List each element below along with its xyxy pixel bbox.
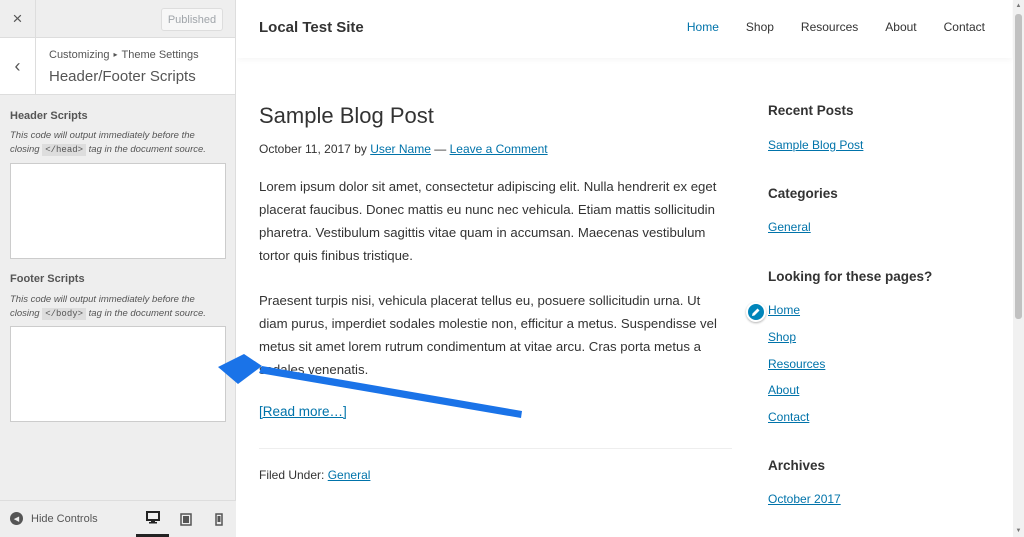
category-link[interactable]: General: [328, 468, 371, 482]
preview-scrollbar[interactable]: ▲ ▼: [1013, 0, 1024, 537]
section-title: Header/Footer Scripts: [49, 68, 196, 85]
archive-link[interactable]: October 2017: [768, 492, 841, 506]
scroll-up-arrow-icon[interactable]: ▲: [1013, 0, 1024, 12]
site-header: Local Test Site Home Shop Resources Abou…: [237, 0, 1012, 58]
customizer-header: × Published: [0, 0, 235, 38]
recent-posts-title: Recent Posts: [768, 103, 854, 118]
paragraph-line: pharetra. Vestibulum sagittis vitae quam…: [259, 225, 706, 240]
published-button[interactable]: Published: [161, 8, 223, 31]
pencil-icon: [752, 308, 760, 316]
filed-under: Filed Under: General: [259, 468, 370, 482]
body-tag-code: </body>: [42, 308, 87, 320]
main-nav: Home Shop Resources About Contact: [687, 20, 985, 34]
hide-controls-label: Hide Controls: [31, 512, 98, 525]
site-preview: Local Test Site Home Shop Resources Abou…: [237, 0, 1024, 537]
header-scripts-desc-after: tag in the document source.: [88, 144, 206, 155]
post-meta: October 11, 2017 by User Name — Leave a …: [259, 142, 548, 156]
mobile-icon: [214, 513, 223, 526]
nav-shop[interactable]: Shop: [746, 20, 774, 34]
hide-controls-button[interactable]: ◀ Hide Controls: [10, 512, 98, 525]
scrollbar-thumb[interactable]: [1015, 14, 1022, 319]
tablet-preview-button[interactable]: [169, 501, 202, 537]
recent-post-link[interactable]: Sample Blog Post: [768, 138, 863, 152]
paragraph-line: placerat faucibus. Donec mattis eu nunc …: [259, 202, 715, 217]
scroll-down-arrow-icon[interactable]: ▼: [1013, 525, 1024, 537]
page-link-about[interactable]: About: [768, 383, 799, 397]
paragraph-line: tortor quis finibus tristique.: [259, 248, 413, 263]
header-scripts-title: Header Scripts: [10, 110, 88, 122]
breadcrumb-separator: ▸: [113, 50, 118, 59]
leave-comment-link[interactable]: Leave a Comment: [450, 142, 548, 156]
edit-shortcut-button[interactable]: [746, 302, 766, 322]
filed-under-label: Filed Under:: [259, 468, 325, 482]
paragraph-line: diam purus, imperdiet sodales molestie n…: [259, 316, 717, 331]
page-link-contact[interactable]: Contact: [768, 410, 809, 424]
post-paragraph-1: Lorem ipsum dolor sit amet, consectetur …: [259, 175, 729, 267]
widget-category-link[interactable]: General: [768, 220, 811, 234]
footer-scripts-textarea[interactable]: [10, 326, 226, 422]
nav-resources[interactable]: Resources: [801, 20, 858, 34]
page-link-home[interactable]: Home: [768, 303, 800, 317]
entry-divider: [259, 448, 732, 449]
customizer-footer: ◀ Hide Controls: [0, 500, 236, 537]
footer-scripts-desc-after: tag in the document source.: [88, 308, 206, 319]
paragraph-line: sodales venenatis.: [259, 362, 369, 377]
read-more-link[interactable]: [Read more…]: [259, 404, 347, 419]
customizer-sidebar: × Published ‹ Customizing ▸ Theme Settings…: [0, 0, 236, 537]
desktop-icon: [145, 511, 160, 524]
site-title[interactable]: Local Test Site: [259, 19, 364, 36]
chevron-left-icon[interactable]: ‹: [0, 38, 36, 95]
nav-about[interactable]: About: [885, 20, 916, 34]
post-date: October 11, 2017: [259, 142, 351, 156]
archives-title: Archives: [768, 458, 826, 473]
header-scripts-description: This code will output immediately before…: [10, 129, 225, 157]
footer-scripts-description: This code will output immediately before…: [10, 293, 225, 321]
post-paragraph-2: Praesent turpis nisi, vehicula placerat …: [259, 289, 729, 381]
post-title[interactable]: Sample Blog Post: [259, 103, 434, 129]
page-link-shop[interactable]: Shop: [768, 330, 796, 344]
post-author-link[interactable]: User Name: [370, 142, 431, 156]
categories-title: Categories: [768, 186, 838, 201]
section-header: ‹ Customizing ▸ Theme Settings Header/Foot…: [0, 38, 235, 95]
close-icon[interactable]: ×: [0, 0, 36, 38]
desktop-preview-button[interactable]: [136, 501, 169, 537]
mobile-preview-button[interactable]: [202, 501, 235, 537]
paragraph-line: Praesent turpis nisi, vehicula placerat …: [259, 293, 701, 308]
breadcrumb-root: Customizing: [49, 49, 110, 61]
page-link-resources[interactable]: Resources: [768, 357, 825, 371]
post-by: by: [354, 142, 367, 156]
breadcrumb-parent: Theme Settings: [121, 49, 199, 61]
breadcrumb: Customizing ▸ Theme Settings: [49, 49, 199, 61]
pages-widget-title: Looking for these pages?: [768, 269, 933, 284]
collapse-icon: ◀: [10, 512, 23, 525]
paragraph-line: metus sit amet lorem rutrum condimentum …: [259, 339, 701, 354]
nav-home[interactable]: Home: [687, 20, 719, 34]
meta-dash: —: [434, 142, 447, 156]
paragraph-line: Lorem ipsum dolor sit amet, consectetur …: [259, 179, 717, 194]
nav-contact[interactable]: Contact: [944, 20, 985, 34]
footer-scripts-title: Footer Scripts: [10, 273, 85, 285]
head-tag-code: </head>: [42, 144, 87, 156]
tablet-icon: [179, 513, 192, 526]
header-scripts-textarea[interactable]: [10, 163, 226, 259]
